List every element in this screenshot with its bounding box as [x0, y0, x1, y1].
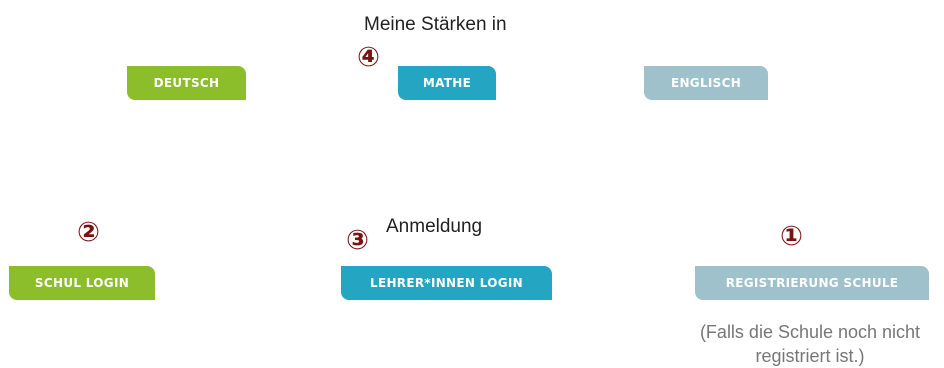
login-heading: Anmeldung [386, 216, 483, 237]
school-login-button[interactable]: SCHUL LOGIN [9, 266, 155, 300]
school-registration-button[interactable]: REGISTRIERUNG SCHULE [695, 266, 929, 300]
step-3-marker: ③ [346, 225, 369, 256]
step-1-marker: ① [780, 221, 803, 252]
registration-note-line2: registriert ist.) [755, 346, 865, 366]
strengths-heading: Meine Stärken in [364, 14, 507, 35]
step-4-marker: ④ [357, 42, 380, 73]
step-2-marker: ② [77, 217, 100, 248]
registration-note: (Falls die Schule noch nicht registriert… [676, 320, 944, 368]
registration-note-line1: (Falls die Schule noch nicht [699, 322, 921, 342]
mathe-button[interactable]: MATHE [398, 66, 496, 100]
deutsch-button[interactable]: DEUTSCH [127, 66, 246, 100]
englisch-button[interactable]: ENGLISCH [644, 66, 768, 100]
teacher-login-button[interactable]: LEHRER*INNEN LOGIN [341, 266, 552, 300]
